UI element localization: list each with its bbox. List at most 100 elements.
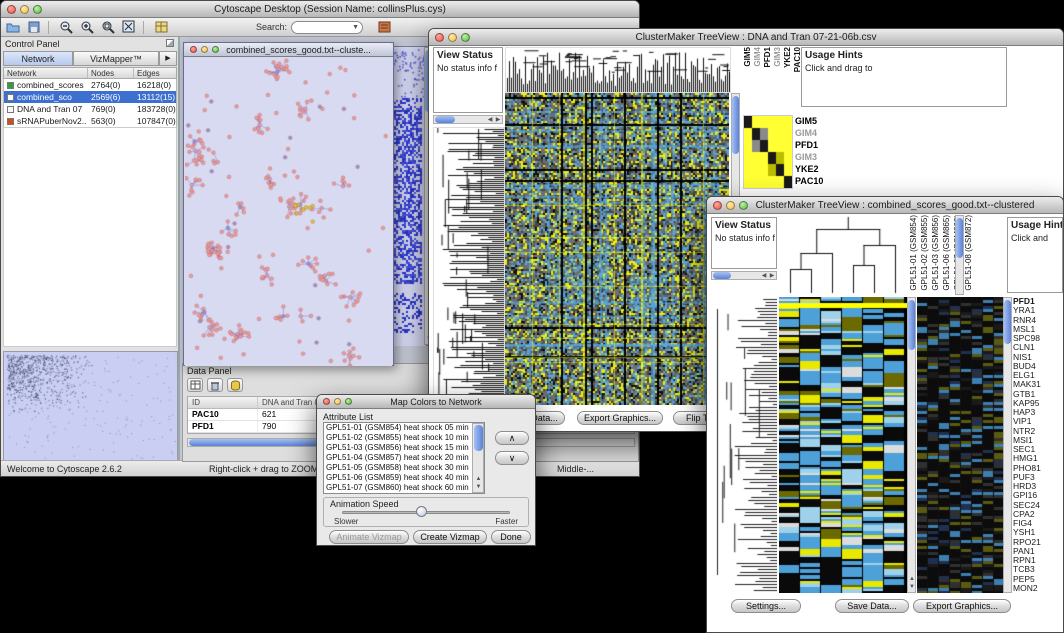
scrollbar-thumb[interactable] xyxy=(435,116,455,123)
tv1-matrix-label: GIM5 xyxy=(795,115,823,127)
tv1-heatmap[interactable] xyxy=(505,93,729,405)
window-controls[interactable] xyxy=(7,5,42,14)
gene-list: PFD1YRA1RNR4MSL1SPC98CLN1NIS1BUD4ELG1MAK… xyxy=(1013,297,1063,593)
close-icon[interactable] xyxy=(713,201,722,210)
move-up-button[interactable]: ∧ xyxy=(495,431,529,445)
network-list-row[interactable]: combined_scores2764(0)16218(0) xyxy=(4,79,176,91)
tab-network[interactable]: Network xyxy=(3,51,73,66)
open-session-icon[interactable] xyxy=(4,20,22,35)
zoom-selected-icon[interactable] xyxy=(99,20,117,35)
minimize-icon[interactable] xyxy=(726,201,735,210)
tv2-button[interactable]: Save Data... xyxy=(835,599,909,613)
attribute-list-item[interactable]: GPL51-07 (GSM860) heat shock 60 min xyxy=(324,483,472,493)
tv1-hscrollbar[interactable]: ◀▶ xyxy=(433,115,503,124)
faster-label: Faster xyxy=(495,517,518,526)
tv2-vscrollbar[interactable]: ▲▼ xyxy=(907,297,916,593)
dialog-button[interactable]: Create Vizmap xyxy=(413,530,487,544)
window-controls[interactable] xyxy=(435,33,470,42)
zoom-window-icon[interactable] xyxy=(461,33,470,42)
attribute-list-item[interactable]: GPL51-05 (GSM858) heat shock 30 min xyxy=(324,463,472,473)
attribute-database-icon[interactable] xyxy=(227,378,243,392)
network-edges-cell: 107847(0) xyxy=(137,116,176,126)
tv2-mini-vscrollbar[interactable] xyxy=(1003,297,1012,593)
network-list-row[interactable]: DNA and Tran 07769(0)183728(0) xyxy=(4,103,176,115)
network-icon xyxy=(7,106,14,113)
tab-vizmapper[interactable]: VizMapper™ xyxy=(73,51,159,66)
attribute-list-item[interactable]: GPL51-01 (GSM854) heat shock 05 min xyxy=(324,423,472,433)
birdseye-panel[interactable] xyxy=(3,351,178,460)
tv2-heatmap[interactable] xyxy=(779,297,907,593)
tv2-top-vscrollbar[interactable] xyxy=(955,215,964,295)
dialog-button[interactable]: Animate Vizmap xyxy=(329,530,409,544)
network-nodes-cell: 769(0) xyxy=(91,104,137,114)
control-panel-title: Control Panel xyxy=(5,39,60,49)
dialog-titlebar[interactable]: Map Colors to Network xyxy=(317,395,535,409)
minimize-icon[interactable] xyxy=(448,33,457,42)
zoom-window-icon[interactable] xyxy=(739,201,748,210)
zoom-fit-icon[interactable] xyxy=(120,20,138,35)
annotation-icon[interactable] xyxy=(375,20,393,35)
attribute-list-item[interactable]: GPL51-04 (GSM857) heat shock 20 min xyxy=(324,453,472,463)
close-icon[interactable] xyxy=(7,5,16,14)
frame-window-controls[interactable] xyxy=(190,46,219,53)
scrollbar-thumb[interactable] xyxy=(908,300,915,350)
listbox-vscrollbar[interactable]: ▲▼ xyxy=(472,423,484,493)
float-panel-icon[interactable] xyxy=(166,39,174,47)
attribute-list-item[interactable]: GPL51-02 (GSM855) heat shock 10 min xyxy=(324,433,472,443)
treeview2-titlebar[interactable]: ClusterMaker TreeView : combined_scores_… xyxy=(707,197,1063,214)
save-session-icon[interactable] xyxy=(25,20,43,35)
scrollbar-thumb[interactable] xyxy=(474,425,483,451)
close-icon[interactable] xyxy=(190,46,197,53)
minimize-icon[interactable] xyxy=(334,398,341,405)
frame-titlebar[interactable]: combined_scores_good.txt--cluste... xyxy=(184,43,393,57)
zoom-out-icon[interactable] xyxy=(57,20,75,35)
attribute-list-item[interactable]: GPL51-06 (GSM859) heat shock 40 min xyxy=(324,473,472,483)
network-table-header[interactable]: Network Nodes Edges xyxy=(3,67,177,79)
gene-label[interactable]: MON2 xyxy=(1013,584,1063,593)
tv2-column-label: GPL51-03 (GSM856) xyxy=(931,215,940,291)
scrollbar-thumb[interactable] xyxy=(732,96,739,154)
tv2-column-dendrogram[interactable] xyxy=(779,215,909,295)
delete-attribute-icon[interactable] xyxy=(207,378,223,392)
scrollbar-thumb[interactable] xyxy=(1004,300,1011,344)
move-down-button[interactable]: ∨ xyxy=(495,451,529,465)
window-controls[interactable] xyxy=(713,201,748,210)
vizmap-icon[interactable] xyxy=(152,20,170,35)
zoom-window-icon[interactable] xyxy=(212,46,219,53)
zoom-window-icon[interactable] xyxy=(33,5,42,14)
tv1-row-dendrogram[interactable] xyxy=(433,127,505,407)
close-icon[interactable] xyxy=(435,33,444,42)
attribute-list-item[interactable]: GPL51-03 (GSM856) heat shock 15 min xyxy=(324,443,472,453)
view-status-title: View Status xyxy=(715,220,773,231)
network-list-row[interactable]: sRNAPuberNov2..563(0)107847(0) xyxy=(4,115,176,127)
scrollbar-thumb[interactable] xyxy=(956,218,963,258)
zoom-in-icon[interactable] xyxy=(78,20,96,35)
treeview1-titlebar[interactable]: ClusterMaker TreeView : DNA and Tran 07-… xyxy=(429,29,1063,46)
network-list-row[interactable]: combined_sco2569(6)13112(15) xyxy=(4,91,176,103)
minimize-icon[interactable] xyxy=(201,46,208,53)
dialog-button[interactable]: Done xyxy=(491,530,531,544)
column-header-id[interactable]: ID xyxy=(188,397,258,408)
zoom-window-icon[interactable] xyxy=(345,398,352,405)
tv2-row-dendrogram[interactable] xyxy=(711,297,777,593)
tv2-secondary-heatmap[interactable] xyxy=(917,297,1003,593)
main-titlebar[interactable]: Cytoscape Desktop (Session Name: collins… xyxy=(1,1,639,18)
slider-thumb[interactable] xyxy=(416,506,427,517)
tv2-button[interactable]: Export Graphics... xyxy=(913,599,1011,613)
tv1-correlation-matrix[interactable] xyxy=(743,115,793,189)
search-input[interactable]: ▼ xyxy=(291,21,363,34)
network-canvas[interactable] xyxy=(185,58,392,366)
network-view-frame[interactable]: combined_scores_good.txt--cluste... xyxy=(183,42,394,366)
tv1-column-dendrogram[interactable] xyxy=(505,47,731,93)
tv2-hscrollbar[interactable]: ◀▶ xyxy=(711,271,777,280)
select-attributes-icon[interactable] xyxy=(187,378,203,392)
window-controls[interactable] xyxy=(323,398,352,405)
tab-overflow-arrow[interactable]: ▶ xyxy=(159,51,177,66)
attribute-listbox[interactable]: GPL51-01 (GSM854) heat shock 05 minGPL51… xyxy=(323,422,485,494)
close-icon[interactable] xyxy=(323,398,330,405)
tv2-button[interactable]: Settings... xyxy=(731,599,801,613)
scrollbar-thumb[interactable] xyxy=(713,272,731,279)
minimize-icon[interactable] xyxy=(20,5,29,14)
tv1-button[interactable]: Export Graphics... xyxy=(577,411,663,425)
birdseye-canvas[interactable] xyxy=(4,352,177,460)
